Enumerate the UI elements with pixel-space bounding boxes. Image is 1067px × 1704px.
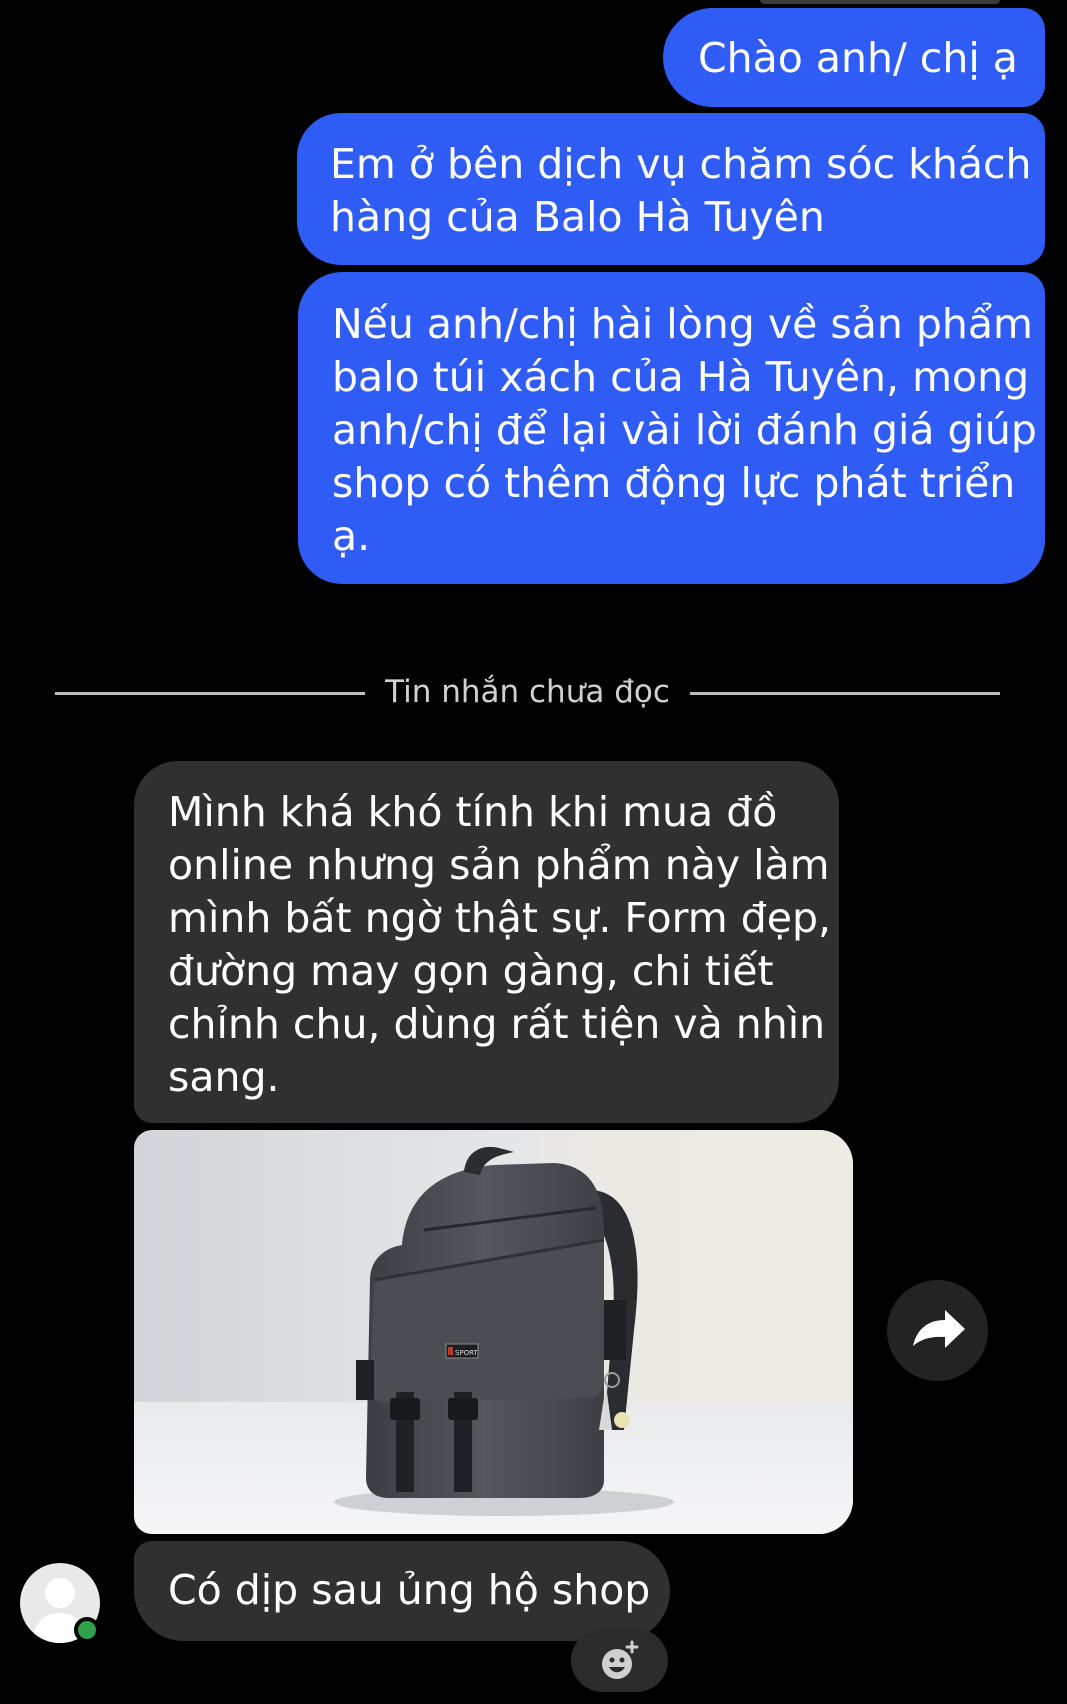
unread-divider-label: Tin nhắn chưa đọc xyxy=(385,674,670,710)
message-line: Nếu anh/chị hài lòng về sản phẩm xyxy=(332,300,1033,348)
message-line: online nhưng sản phẩm này làm xyxy=(168,841,830,889)
add-reaction-button[interactable] xyxy=(571,1629,668,1692)
message-line: shop có thêm động lực phát triển xyxy=(332,459,1016,507)
backpack-photo-illustration: SPORT xyxy=(134,1130,853,1534)
online-status-dot xyxy=(74,1617,100,1643)
brand-badge-text: SPORT xyxy=(455,1349,479,1357)
outgoing-message-greeting[interactable]: Chào anh/ chị ạ xyxy=(663,8,1045,107)
backpack-photo-attachment[interactable]: SPORT xyxy=(134,1130,853,1534)
outgoing-message-review-request[interactable]: Nếu anh/chị hài lòng về sản phẩm balo tú… xyxy=(298,272,1045,584)
message-line: balo túi xách của Hà Tuyên, mong xyxy=(332,353,1030,401)
message-line: Em ở bên dịch vụ chăm sóc khách xyxy=(330,140,1032,188)
previous-message-edge xyxy=(760,0,1000,4)
message-line: Có dịp sau ủng hộ shop xyxy=(168,1566,651,1614)
share-arrow-icon xyxy=(913,1310,965,1348)
incoming-message-support[interactable]: Có dịp sau ủng hộ shop xyxy=(134,1541,670,1641)
message-line: mình bất ngờ thật sự. Form đẹp, xyxy=(168,894,832,942)
incoming-message-review[interactable]: Mình khá khó tính khi mua đồ online nhưn… xyxy=(134,761,839,1123)
message-line: Chào anh/ chị ạ xyxy=(698,34,1018,82)
forward-button[interactable] xyxy=(887,1280,988,1381)
message-line: anh/chị để lại vài lời đánh giá giúp xyxy=(332,406,1037,454)
message-line: sang. xyxy=(168,1053,280,1101)
message-line: chỉnh chu, dùng rất tiện và nhìn xyxy=(168,1000,826,1048)
divider-line-right xyxy=(690,692,1000,695)
message-line: ạ. xyxy=(332,512,371,560)
message-line: Mình khá khó tính khi mua đồ xyxy=(168,788,778,836)
divider-line-left xyxy=(55,692,365,695)
outgoing-message-intro[interactable]: Em ở bên dịch vụ chăm sóc khách hàng của… xyxy=(297,113,1045,265)
add-reaction-emoji-icon xyxy=(602,1640,639,1679)
message-line: đường may gọn gàng, chi tiết xyxy=(168,947,774,995)
message-line: hàng của Balo Hà Tuyên xyxy=(330,193,825,241)
